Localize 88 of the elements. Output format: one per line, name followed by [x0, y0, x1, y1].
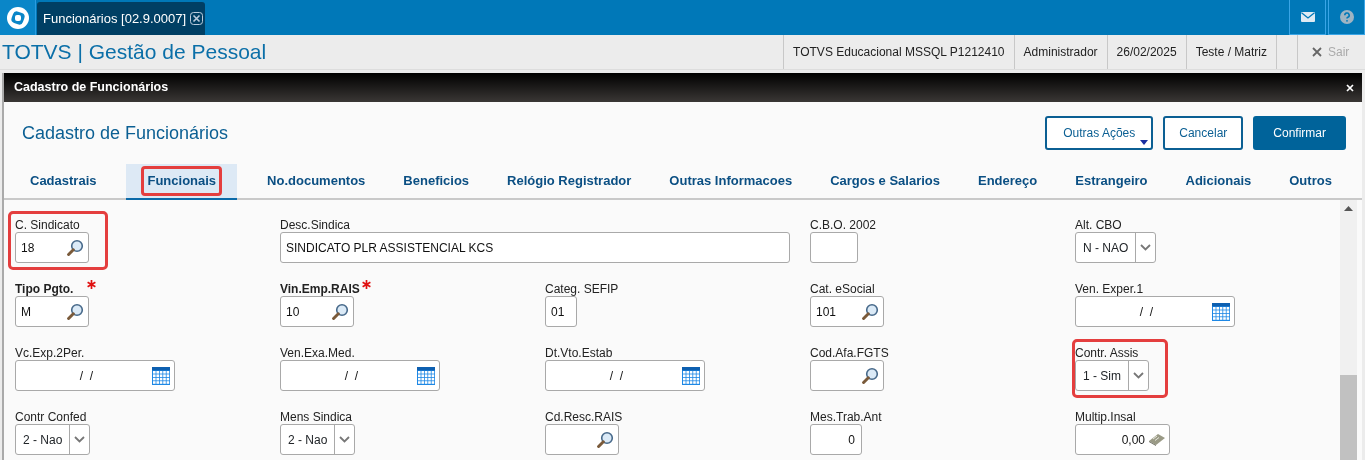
calculator-icon — [1147, 433, 1165, 446]
close-icon — [190, 12, 204, 25]
field-label: Mens Sindica — [280, 409, 353, 426]
field-label: C. Sindicato — [15, 217, 80, 234]
input-field[interactable]: / / — [280, 360, 440, 391]
session-info: Administrador — [1013, 35, 1107, 69]
field-label: Contr Confed — [15, 409, 87, 426]
chevron-icon — [74, 436, 86, 443]
app-title: TOTVS | Gestão de Pessoal — [1, 39, 268, 66]
form-tab[interactable]: Funcionais — [126, 164, 238, 200]
field-label: Ven.Exa.Med. — [280, 345, 355, 362]
close-icon — [1312, 47, 1322, 57]
input-field[interactable]: 0,00 — [1075, 424, 1170, 455]
input-field[interactable]: / / — [545, 360, 705, 391]
select-field[interactable]: N - NAO — [1075, 232, 1157, 263]
search-icon — [67, 239, 84, 256]
search-icon — [862, 367, 879, 384]
caret-icon — [1140, 140, 1149, 145]
field-label: Mes.Trab.Ant — [810, 409, 882, 426]
field-label: C.B.O. 2002 — [810, 217, 877, 234]
form-tab[interactable]: Cargos e Salarios — [822, 164, 948, 198]
scrollbar[interactable] — [1340, 200, 1357, 460]
search-icon — [67, 303, 84, 320]
required-icon — [361, 280, 371, 289]
logo-icon — [5, 5, 30, 30]
close-icon — [1346, 83, 1354, 92]
scroll-up-icon — [1344, 206, 1353, 211]
form-tab[interactable]: Estrangeiro — [1067, 164, 1156, 198]
input-field[interactable]: 01 — [545, 296, 577, 327]
form-tab[interactable]: Outros — [1281, 164, 1340, 198]
field-label: Vc.Exp.2Per. — [15, 345, 85, 362]
input-field[interactable]: 101 — [810, 296, 884, 327]
search-icon — [862, 303, 879, 320]
form-tab[interactable]: No.documentos — [259, 164, 374, 198]
input-field[interactable]: / / — [1075, 296, 1235, 327]
field-label: Categ. SEFIP — [545, 281, 619, 298]
field-label: Alt. CBO — [1075, 217, 1122, 234]
input-field[interactable] — [545, 424, 619, 455]
field-label: Vin.Emp.RAIS — [280, 281, 360, 298]
mail-button[interactable] — [1289, 0, 1326, 35]
mail-icon — [1300, 12, 1315, 22]
input-field[interactable]: 18 — [15, 232, 89, 263]
form-tab[interactable]: Adicionais — [1177, 164, 1260, 198]
field-label: Cat. eSocial — [810, 281, 875, 298]
chevron-icon — [1133, 372, 1144, 379]
calendar-icon — [1212, 302, 1230, 321]
input-field[interactable]: 0 — [810, 424, 862, 455]
field-label: Contr. Assis — [1075, 345, 1139, 362]
field-label: Dt.Vto.Estab — [545, 345, 613, 362]
form-tab[interactable]: Beneficios — [395, 164, 478, 198]
session-info: Teste / Matriz — [1185, 35, 1276, 69]
calendar-icon — [682, 366, 700, 385]
session-info: TOTVS Educacional MSSQL P1212410 — [783, 35, 1014, 69]
app-tab[interactable]: Funcionários [02.9.0007] — [37, 2, 205, 35]
input-field[interactable]: M — [15, 296, 89, 327]
form-tab[interactable]: Cadastrais — [22, 164, 105, 198]
help-icon — [1339, 10, 1354, 24]
search-icon — [597, 431, 614, 448]
select-field[interactable]: 2 - Nao — [280, 424, 356, 455]
chevron-icon — [339, 436, 351, 443]
calendar-icon — [152, 366, 170, 385]
help-button[interactable] — [1328, 0, 1365, 35]
form-tab[interactable]: Endereço — [970, 164, 1046, 198]
select-field[interactable]: 1 - Sim — [1075, 360, 1149, 391]
input-field[interactable]: 10 — [280, 296, 354, 327]
select-field[interactable]: 2 - Nao — [15, 424, 91, 455]
calendar-icon — [417, 366, 435, 385]
field-label: Cd.Resc.RAIS — [545, 409, 623, 426]
chevron-icon — [1140, 244, 1152, 251]
form-tab[interactable]: Outras Informacoes — [661, 164, 801, 198]
cancel-button[interactable]: Cancelar — [1163, 116, 1244, 150]
field-label: Tipo Pgto. — [15, 281, 74, 298]
form-title: Cadastro de Funcionários — [22, 121, 229, 145]
field-label: Desc.Sindica — [280, 217, 351, 234]
confirm-button[interactable]: Confirmar — [1253, 116, 1346, 150]
form-tab[interactable]: Relógio Registrador — [499, 164, 640, 198]
search-icon — [332, 303, 349, 320]
field-label: Cod.Afa.FGTS — [810, 345, 889, 362]
field-label: Ven. Exper.1 — [1075, 281, 1144, 298]
dialog-title: Cadastro de Funcionários — [14, 79, 169, 97]
field-label: Multip.Insal — [1075, 409, 1136, 426]
session-info: 26/02/2025 — [1106, 35, 1186, 69]
input-field[interactable]: / / — [15, 360, 175, 391]
input-field[interactable] — [810, 232, 858, 263]
more-actions-button[interactable]: Outras Ações — [1045, 116, 1154, 150]
required-icon — [87, 280, 97, 289]
input-field[interactable]: SINDICATO PLR ASSISTENCIAL KCS — [280, 232, 790, 263]
input-field[interactable] — [810, 360, 884, 391]
